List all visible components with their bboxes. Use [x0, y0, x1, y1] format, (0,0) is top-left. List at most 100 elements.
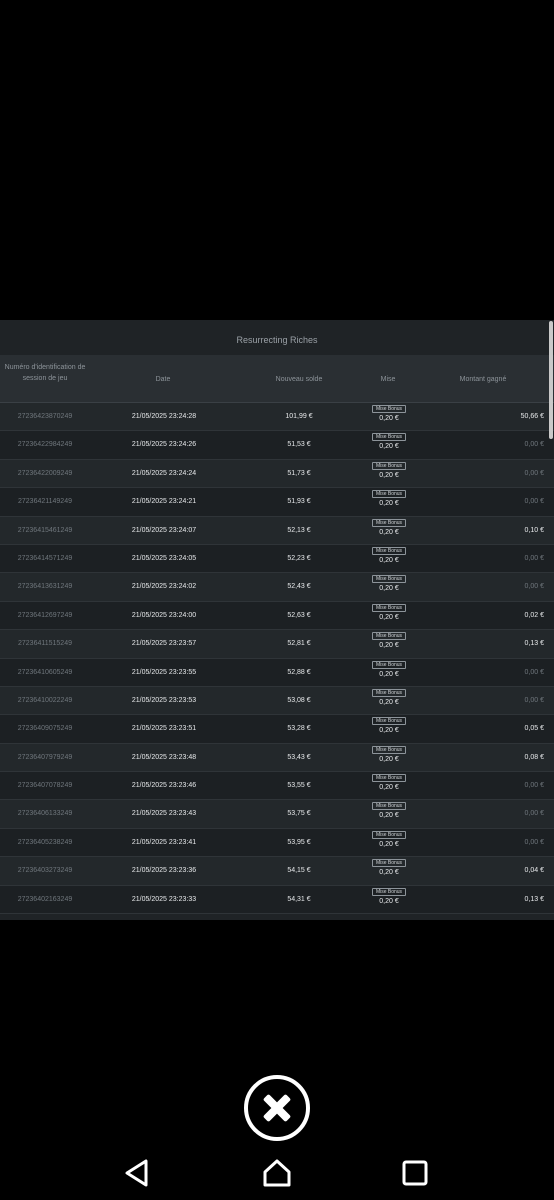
row-win-amount: 50,66 € — [520, 413, 544, 420]
row-date: 21/05/2025 23:23:55 — [131, 668, 197, 676]
android-navigation-bar — [0, 1145, 554, 1200]
row-win-amount: 0,08 € — [524, 753, 544, 761]
session-id: 27236413631249 — [17, 583, 73, 591]
bonus-bet-badge: Mise Bonus — [372, 830, 406, 839]
row-bet: Mise Bonus 0,20 € — [372, 802, 406, 820]
table-row[interactable]: 27236423870249 21/05/2025 23:24:28 101,99 … — [0, 403, 554, 432]
row-date: 21/05/2025 23:23:46 — [131, 782, 197, 790]
header-bet: Mise — [380, 376, 396, 383]
bonus-bet-badge: Mise Bonus — [372, 603, 406, 612]
row-date: 21/05/2025 23:24:00 — [131, 611, 197, 619]
row-date: 21/05/2025 23:23:53 — [131, 696, 197, 704]
table-row[interactable]: 27236402163249 21/05/2025 23:23:33 54,31 €… — [0, 885, 554, 915]
bonus-bet-badge: Mise Bonus — [372, 405, 406, 413]
bonus-bet-badge: Mise Bonus — [372, 632, 406, 641]
bet-amount: 0,20 € — [379, 528, 399, 536]
bonus-bet-badge: Mise Bonus — [372, 575, 406, 584]
table-row[interactable]: 27236415461249 21/05/2025 23:24:07 52,13 €… — [0, 516, 554, 545]
screen: Resurrecting Riches Numéro d'identificat… — [0, 0, 554, 1200]
row-balance: 51,93 € — [287, 498, 311, 506]
session-id: 27236414571249 — [17, 554, 73, 562]
bet-amount: 0,20 € — [379, 727, 399, 735]
row-win-amount: 0,00 € — [524, 696, 544, 704]
row-date: 21/05/2025 23:23:41 — [131, 838, 197, 846]
bet-amount: 0,20 € — [379, 415, 399, 422]
table-row[interactable]: 27236412697249 21/05/2025 23:24:00 52,63 €… — [0, 601, 554, 631]
home-icon[interactable] — [261, 1157, 293, 1189]
table-row[interactable]: 27236406133249 21/05/2025 23:23:43 53,75 €… — [0, 800, 554, 829]
table-row[interactable]: 27236422009249 21/05/2025 23:24:24 51,73 €… — [0, 459, 554, 489]
close-button[interactable] — [244, 1075, 310, 1141]
row-date: 21/05/2025 23:24:21 — [131, 498, 197, 506]
row-date: 21/05/2025 23:24:28 — [131, 413, 197, 420]
scrollbar[interactable] — [549, 321, 553, 439]
session-id: 27236421149249 — [18, 498, 72, 506]
row-balance: 53,28 € — [287, 725, 311, 733]
bet-amount: 0,20 € — [379, 613, 399, 621]
row-win-amount: 0,13 € — [524, 640, 544, 648]
bet-amount: 0,20 € — [379, 698, 399, 706]
bonus-bet-badge: Mise Bonus — [372, 887, 406, 896]
history-table-body[interactable]: 27236423870249 21/05/2025 23:24:28 101,99 … — [0, 403, 554, 915]
row-balance: 51,73 € — [287, 469, 311, 477]
row-balance: 52,13 € — [287, 526, 311, 534]
row-win-amount: 0,04 € — [524, 867, 544, 875]
header-balance: Nouveau solde — [275, 376, 323, 383]
bonus-bet-badge: Mise Bonus — [372, 660, 406, 669]
table-row[interactable]: 27236405238249 21/05/2025 23:23:41 53,95 €… — [0, 828, 554, 858]
row-win-amount: 0,00 € — [524, 469, 544, 477]
session-id: 27236410022249 — [17, 696, 73, 704]
bet-amount: 0,20 € — [379, 585, 399, 593]
table-row[interactable]: 27236407078249 21/05/2025 23:23:46 53,55 €… — [0, 772, 554, 801]
bonus-bet-badge: Mise Bonus — [372, 745, 406, 754]
bonus-bet-badge: Mise Bonus — [372, 461, 406, 470]
table-row[interactable]: 27236410605249 21/05/2025 23:23:55 52,88 €… — [0, 658, 554, 687]
header-date: Date — [155, 376, 171, 383]
session-id: 27236407979249 — [17, 753, 73, 761]
session-id: 27236412697249 — [17, 611, 73, 619]
table-row[interactable]: 27236421149249 21/05/2025 23:24:21 51,93 €… — [0, 488, 554, 517]
table-row[interactable]: 27236410022249 21/05/2025 23:23:53 53,08 €… — [0, 686, 554, 716]
row-date: 21/05/2025 23:23:51 — [131, 725, 197, 733]
row-win-amount: 0,05 € — [524, 725, 544, 733]
table-row[interactable]: 27236414571249 21/05/2025 23:24:05 52,23 €… — [0, 544, 554, 574]
row-date: 21/05/2025 23:23:48 — [131, 753, 197, 761]
table-row[interactable]: 27236407979249 21/05/2025 23:23:48 53,43 €… — [0, 743, 554, 773]
row-win-amount: 0,00 € — [524, 498, 544, 506]
row-bet: Mise Bonus 0,20 € — [372, 830, 406, 849]
bet-amount: 0,20 € — [379, 897, 399, 905]
header-win-amount: Montant gagné — [459, 376, 507, 383]
row-win-amount: 0,00 € — [524, 810, 544, 818]
back-triangle-icon[interactable] — [122, 1157, 154, 1189]
row-date: 21/05/2025 23:24:24 — [131, 469, 197, 477]
table-row[interactable]: 27236409075249 21/05/2025 23:23:51 53,28 €… — [0, 715, 554, 744]
row-date: 21/05/2025 23:23:36 — [131, 867, 197, 875]
row-win-amount: 0,00 € — [524, 583, 544, 591]
row-bet: Mise Bonus 0,20 € — [372, 774, 406, 792]
row-balance: 52,88 € — [287, 668, 311, 676]
row-bet: Mise Bonus 0,20 € — [372, 405, 406, 423]
bet-amount: 0,20 € — [379, 443, 399, 451]
row-bet: Mise Bonus 0,20 € — [372, 660, 406, 679]
table-header: Numéro d'identification de session de je… — [0, 355, 554, 403]
row-bet: Mise Bonus 0,20 € — [372, 717, 406, 735]
bet-amount: 0,20 € — [379, 869, 399, 877]
table-row[interactable]: 27236422984249 21/05/2025 23:24:26 51,53 €… — [0, 431, 554, 460]
session-id: 27236423870249 — [17, 413, 73, 420]
row-balance: 53,95 € — [287, 838, 311, 846]
row-date: 21/05/2025 23:24:07 — [131, 526, 197, 534]
table-row[interactable]: 27236403273249 21/05/2025 23:23:36 54,15 €… — [0, 857, 554, 886]
row-bet: Mise Bonus 0,20 € — [372, 632, 406, 650]
row-balance: 52,81 € — [287, 640, 311, 648]
bonus-bet-badge: Mise Bonus — [372, 433, 406, 442]
bet-amount: 0,20 € — [379, 500, 399, 508]
bonus-bet-badge: Mise Bonus — [372, 490, 406, 499]
table-row[interactable]: 27236413631249 21/05/2025 23:24:02 52,43 €… — [0, 573, 554, 602]
table-row[interactable]: 27236411515249 21/05/2025 23:23:57 52,81 €… — [0, 630, 554, 659]
row-win-amount: 0,00 € — [524, 782, 544, 790]
row-win-amount: 0,00 € — [524, 554, 544, 562]
row-date: 21/05/2025 23:24:26 — [131, 441, 197, 449]
bet-amount: 0,20 € — [379, 840, 399, 848]
recents-square-icon[interactable] — [399, 1157, 431, 1189]
row-win-amount: 0,13 € — [524, 895, 544, 903]
